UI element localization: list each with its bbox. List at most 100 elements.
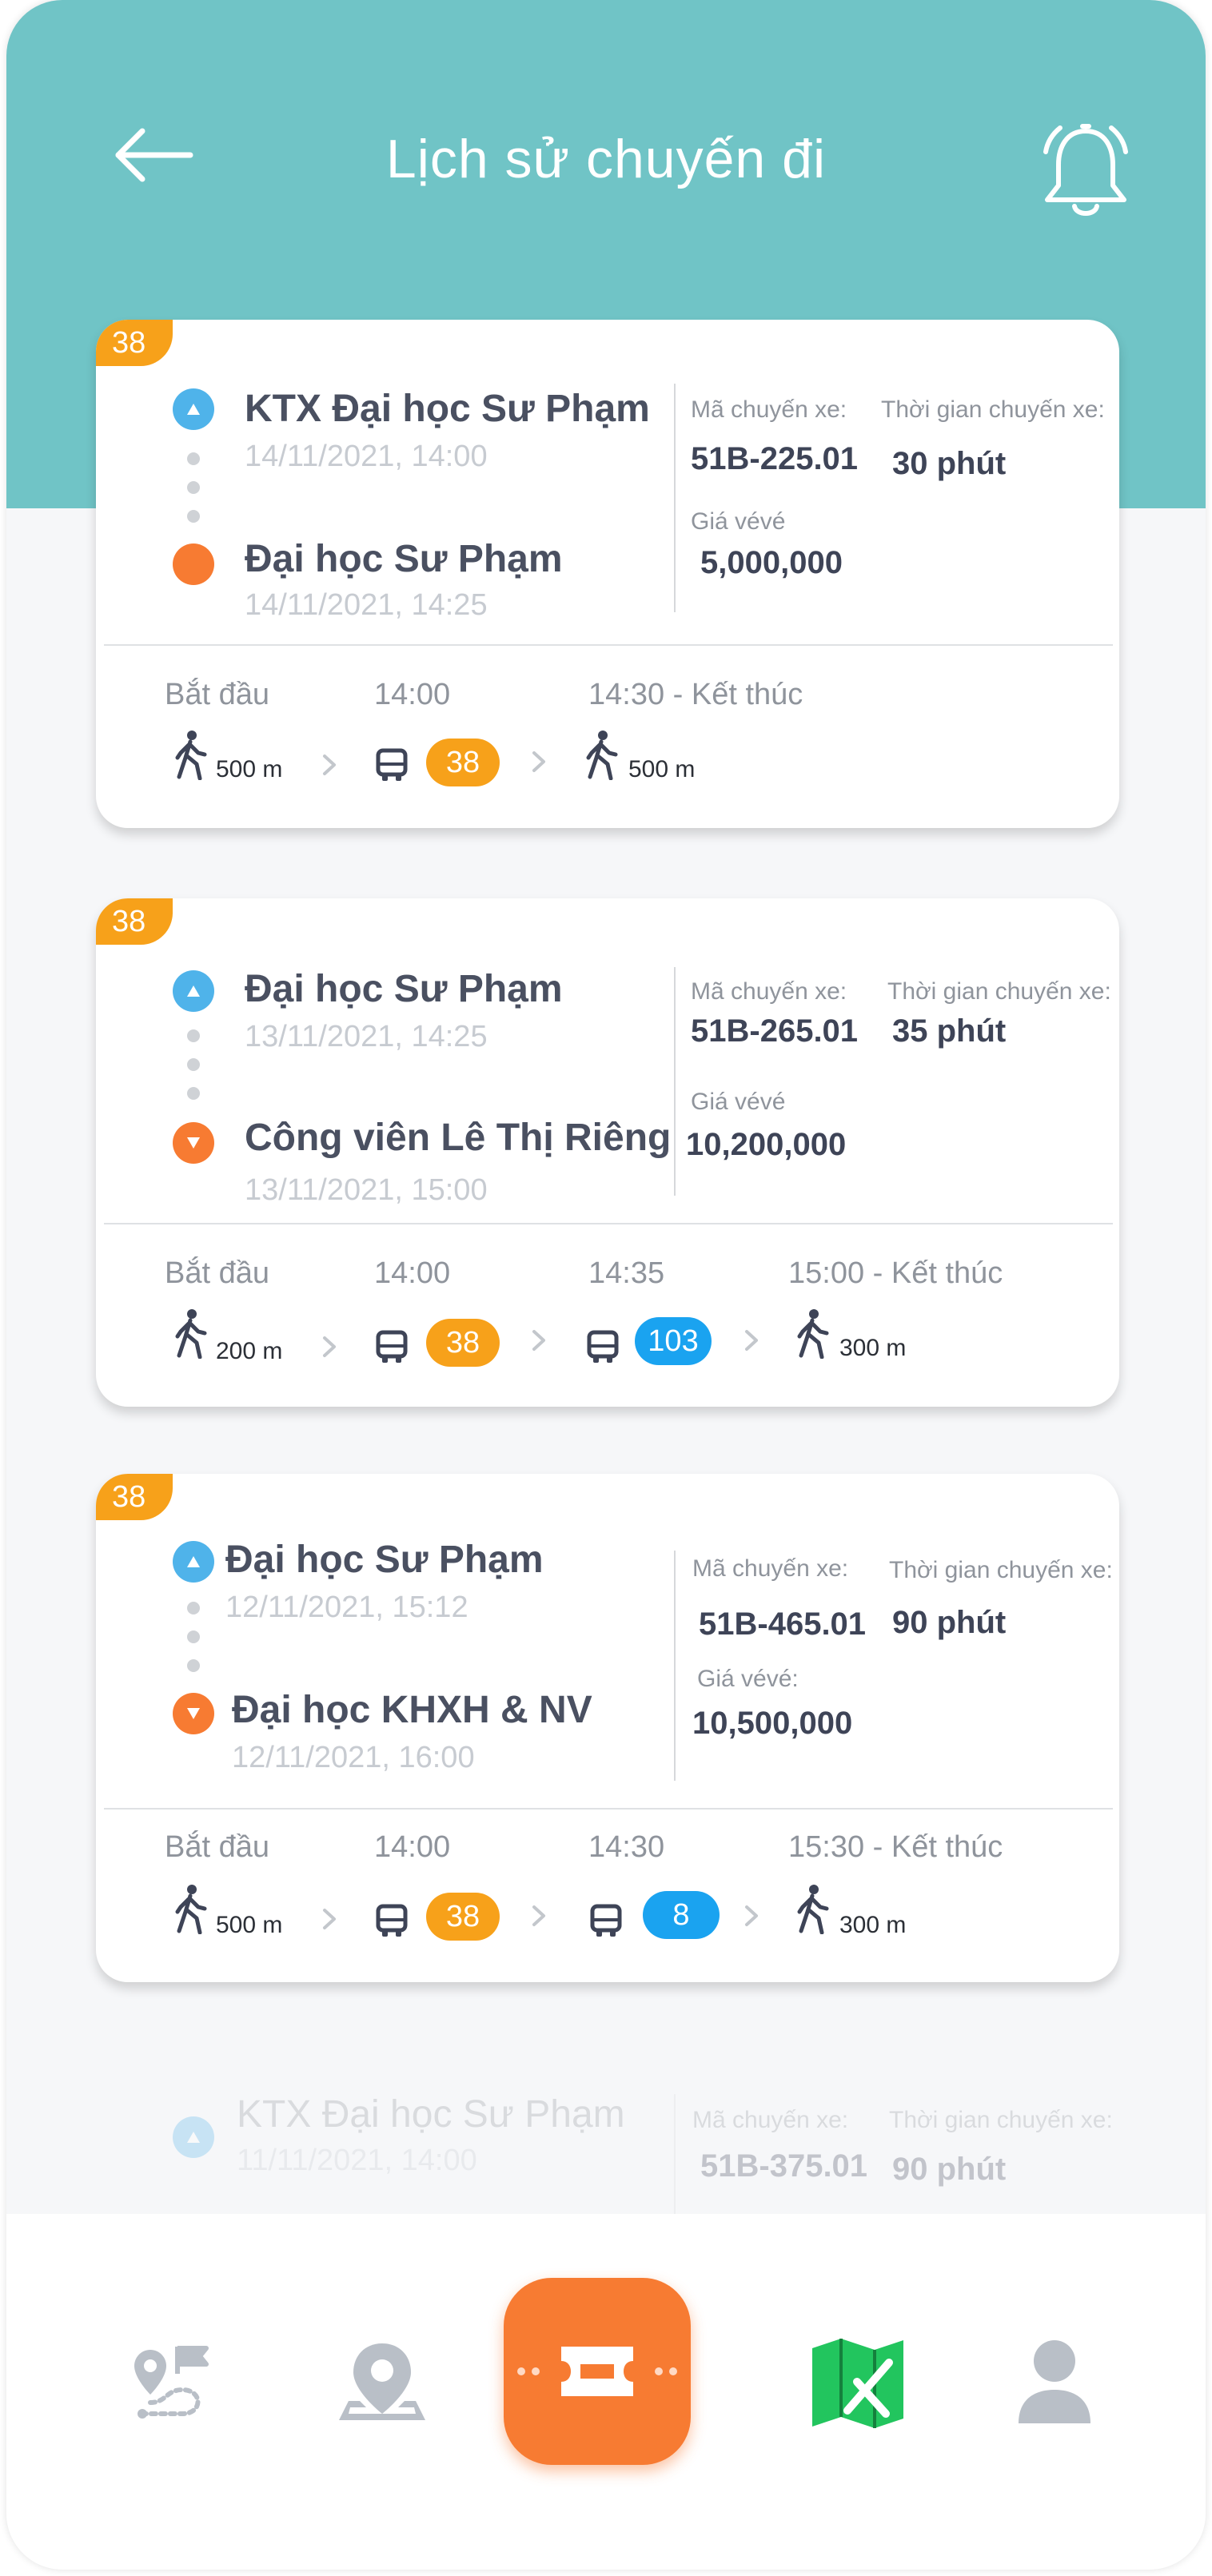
- trip-card-faded[interactable]: KTX Đại học Sư Phạm 11/11/2021, 14:00 Mã…: [96, 2062, 1119, 2222]
- map-icon[interactable]: [806, 2331, 910, 2435]
- bus-route-badge[interactable]: 38: [426, 1893, 500, 1941]
- route-dot: [187, 1659, 200, 1672]
- origin-marker: [173, 2116, 214, 2158]
- triangle-up-icon: [187, 2132, 200, 2143]
- trip-code-label: Mã chuyến xe:: [692, 2107, 849, 2133]
- card-divider: [104, 644, 1113, 646]
- trip-duration: 90 phút: [892, 2152, 1007, 2187]
- destination-name: Công viên Lê Thị Riêng: [245, 1117, 672, 1159]
- timeline-end: 15:00 - Kết thúc: [788, 1256, 1003, 1290]
- route-dot: [187, 481, 200, 494]
- origin-time: 13/11/2021, 14:25: [245, 1020, 488, 1053]
- origin-time: 11/11/2021, 14:00: [237, 2144, 477, 2177]
- chevron-right-icon: [532, 751, 545, 772]
- route-tag: 38: [96, 1474, 173, 1520]
- trip-code-label: Mã chuyến xe:: [692, 1555, 849, 1582]
- ticket-button[interactable]: [504, 2278, 691, 2465]
- route-dot: [187, 1029, 200, 1042]
- bus-icon: [376, 1904, 408, 1937]
- notification-button[interactable]: [1038, 120, 1134, 224]
- timeline-end: 15:30 - Kết thúc: [788, 1830, 1003, 1864]
- destination-marker: [173, 543, 214, 585]
- price: 10,500,000: [692, 1706, 853, 1741]
- bell-icon: [1043, 124, 1128, 216]
- trip-duration-label: Thời gian chuyến xe:: [887, 978, 1111, 1005]
- phone-screen: Lịch sử chuyến đi 38 KTX Đại học Sư Phạm…: [6, 0, 1206, 2570]
- route-icon[interactable]: [126, 2334, 222, 2430]
- trip-duration: 35 phút: [892, 1013, 1007, 1049]
- card-divider: [104, 1808, 1113, 1810]
- bus-route-badge[interactable]: 8: [643, 1891, 720, 1939]
- walking-person-icon: [797, 1885, 829, 1934]
- walking-person-icon: [175, 1309, 207, 1359]
- chevron-right-icon: [323, 754, 336, 775]
- trip-card[interactable]: 38 KTX Đại học Sư Phạm 14/11/2021, 14:00…: [96, 320, 1119, 828]
- route-tag: 38: [96, 320, 173, 366]
- trip-card[interactable]: 38 Đại học Sư Phạm 13/11/2021, 14:25 Côn…: [96, 898, 1119, 1407]
- timeline-start-label: Bắt đầu: [165, 678, 269, 711]
- walking-person-icon: [797, 1309, 829, 1359]
- vertical-divider: [674, 384, 676, 612]
- price-label: Giá vévé: [691, 1089, 786, 1115]
- vertical-divider: [674, 967, 676, 1196]
- timeline-time: 14:30: [588, 1830, 665, 1864]
- trip-duration-label: Thời gian chuyến xe:: [889, 2107, 1113, 2133]
- route-dot: [187, 1058, 200, 1071]
- origin-marker: [173, 970, 214, 1012]
- route-dot: [187, 452, 200, 465]
- destination-time: 14/11/2021, 14:25: [245, 588, 488, 622]
- trip-duration-label: Thời gian chuyến xe:: [889, 1557, 1113, 1583]
- origin-name: KTX Đại học Sư Phạm: [237, 2093, 625, 2136]
- walking-person-icon: [175, 731, 207, 780]
- route-dot: [187, 1087, 200, 1100]
- chevron-right-icon: [532, 1330, 545, 1351]
- timeline-time: 14:35: [588, 1256, 665, 1290]
- trip-code-label: Mã chuyến xe:: [691, 396, 847, 423]
- origin-name: KTX Đại học Sư Phạm: [245, 388, 650, 430]
- trip-code: 51B-225.01: [691, 441, 859, 476]
- destination-marker: [173, 1122, 214, 1164]
- triangle-down-icon: [187, 1708, 200, 1719]
- route-dot: [187, 510, 200, 523]
- trip-code: 51B-375.01: [700, 2148, 868, 2184]
- bus-icon: [376, 748, 408, 781]
- trip-duration: 90 phút: [892, 1605, 1007, 1640]
- triangle-up-icon: [187, 1556, 200, 1567]
- triangle-up-icon: [187, 985, 200, 997]
- walk-distance: 300 m: [839, 1335, 907, 1361]
- timeline-time: 14:00: [374, 1830, 451, 1864]
- price: 5,000,000: [700, 545, 843, 580]
- route-tag: 38: [96, 898, 173, 945]
- location-pin-icon[interactable]: [334, 2334, 430, 2430]
- bus-icon: [587, 1330, 619, 1363]
- walk-distance: 500 m: [216, 1912, 283, 1938]
- timeline-time: 14:00: [374, 1256, 451, 1290]
- back-button[interactable]: [110, 120, 206, 200]
- trip-code: 51B-265.01: [691, 1013, 859, 1049]
- vertical-divider: [674, 2094, 676, 2222]
- bus-icon: [590, 1904, 622, 1937]
- destination-name: Đại học KHXH & NV: [232, 1689, 592, 1731]
- route-dot: [187, 1602, 200, 1614]
- timeline-start-label: Bắt đầu: [165, 1830, 269, 1864]
- chevron-right-icon: [323, 1909, 336, 1929]
- trip-card[interactable]: 38 Đại học Sư Phạm 12/11/2021, 15:12 Đại…: [96, 1474, 1119, 1982]
- bus-icon: [376, 1330, 408, 1363]
- origin-time: 14/11/2021, 14:00: [245, 440, 488, 473]
- price: 10,200,000: [686, 1127, 847, 1162]
- card-divider: [104, 1223, 1113, 1224]
- triangle-down-icon: [187, 1137, 200, 1149]
- arrow-left-icon: [115, 128, 193, 182]
- origin-marker: [173, 388, 214, 430]
- bus-route-badge[interactable]: 38: [426, 739, 500, 786]
- chevron-right-icon: [323, 1336, 336, 1357]
- trip-code: 51B-465.01: [699, 1607, 867, 1642]
- app-root: Lịch sử chuyến đi 38 KTX Đại học Sư Phạm…: [0, 0, 1212, 2576]
- bus-route-badge[interactable]: 38: [426, 1319, 500, 1367]
- destination-time: 13/11/2021, 15:00: [245, 1173, 488, 1207]
- bus-route-badge[interactable]: 103: [635, 1317, 712, 1365]
- user-icon[interactable]: [1011, 2334, 1098, 2430]
- origin-time: 12/11/2021, 15:12: [225, 1591, 468, 1624]
- trip-code-label: Mã chuyến xe:: [691, 978, 847, 1005]
- price-label: Giá vévé:: [697, 1666, 799, 1692]
